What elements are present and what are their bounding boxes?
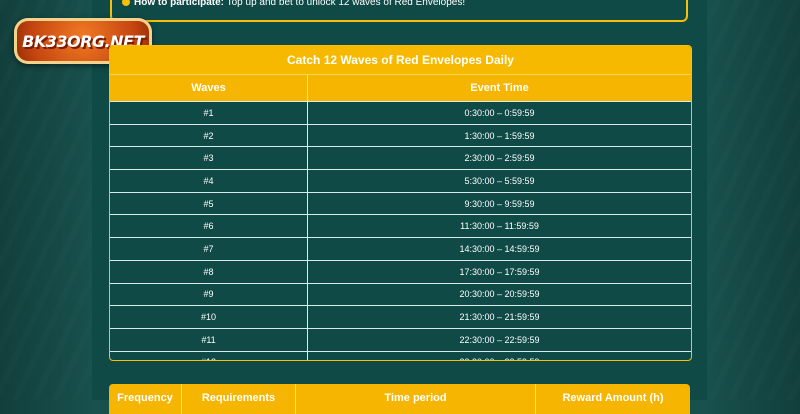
table-body: #1 0:30:00 – 0:59:59 #2 1:30:00 – 1:59:59 #3… — [110, 101, 691, 360]
table-row: #7 14:30:00 – 14:59:59 — [110, 237, 691, 260]
wave-cell: #11 — [110, 328, 308, 351]
event-time-cell: 9:30:00 – 9:59:59 — [464, 198, 535, 209]
header-requirements: Requirements — [182, 384, 296, 414]
table-row: #10 21:30:00 – 21:59:59 — [110, 305, 691, 328]
note-label: How to participate: — [134, 0, 225, 8]
table-row: #1 0:30:00 – 0:59:59 — [110, 101, 691, 124]
wave-cell: #8 — [110, 260, 308, 283]
coin-icon — [122, 0, 130, 6]
event-time-cell: 1:30:00 – 1:59:59 — [464, 130, 535, 141]
header-event-time: Event Time — [470, 82, 529, 94]
note-text: Top up and bet to unlock 12 waves of Red… — [224, 0, 466, 8]
event-time-cell: 5:30:00 – 5:59:59 — [464, 175, 535, 186]
event-time-cell: 21:30:00 – 21:59:59 — [459, 312, 540, 323]
event-time-cell: 11:30:00 – 11:59:59 — [460, 221, 539, 232]
event-time-cell: 2:30:00 – 2:59:59 — [464, 153, 535, 164]
wave-cell: #2 — [110, 124, 308, 147]
event-time-cell: 22:30:00 – 22:59:59 — [459, 334, 540, 345]
header-waves: Waves — [110, 75, 308, 101]
event-time-cell: 0:30:00 – 0:59:59 — [464, 107, 535, 118]
waves-table: Catch 12 Waves of Red Envelopes Daily Wa… — [109, 45, 692, 361]
table-row: #5 9:30:00 – 9:59:59 — [110, 191, 691, 215]
event-time-cell: 14:30:00 – 14:59:59 — [459, 243, 540, 254]
table-row: #6 11:30:00 – 11:59:59 — [110, 214, 691, 238]
reward-table-header: Frequency Requirements Time period Rewar… — [109, 384, 690, 414]
wave-cell: #10 — [110, 306, 308, 328]
table-title: Catch 12 Waves of Red Envelopes Daily — [110, 46, 691, 74]
participation-note: How to participate: Top up and bet to un… — [110, 0, 688, 22]
header-frequency: Frequency — [109, 384, 182, 414]
wave-cell: #4 — [110, 170, 308, 192]
table-row: #11 22:30:00 – 22:59:59 — [110, 327, 691, 351]
event-time-cell: 20:30:00 – 20:59:59 — [459, 289, 540, 300]
table-row: #9 20:30:00 – 20:59:59 — [110, 282, 691, 306]
table-row: #2 1:30:00 – 1:59:59 — [110, 123, 691, 147]
table-row: #8 17:30:00 – 17:59:59 — [110, 259, 691, 283]
wave-cell: #9 — [110, 283, 308, 306]
wave-cell: #6 — [110, 215, 308, 238]
wave-cell: #3 — [110, 147, 308, 170]
wave-cell: #1 — [110, 102, 308, 124]
table-row: #4 5:30:00 – 5:59:59 — [110, 169, 691, 192]
wave-cell: #5 — [110, 192, 308, 215]
event-time-cell: 17:30:00 – 17:59:59 — [459, 266, 540, 277]
table-header: Waves Event Time — [110, 74, 691, 101]
header-reward-amount: Reward Amount (h) — [562, 392, 664, 404]
event-time-cell: 23:30:00 – 23:59:59 — [308, 352, 691, 360]
table-row: #3 2:30:00 – 2:59:59 — [110, 146, 691, 170]
table-row: #1223:30:00 – 23:59:59 — [110, 350, 691, 360]
header-time-period: Time period — [296, 384, 536, 414]
wave-cell: #12 — [110, 351, 308, 360]
wave-cell: #7 — [110, 238, 308, 260]
